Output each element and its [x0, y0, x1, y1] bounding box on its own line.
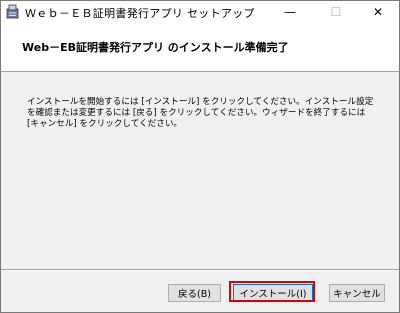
- installer-app-icon: [6, 4, 19, 19]
- close-icon: ✕: [372, 5, 384, 19]
- instruction-text: インストールを開始するには [インストール] をクリックしてください。インストー…: [27, 97, 374, 129]
- back-button[interactable]: 戻る(B): [168, 284, 221, 302]
- wizard-header: Web－EB証明書発行アプリ のインストール準備完了: [1, 23, 399, 72]
- footer-divider: [1, 269, 399, 271]
- minimize-icon: —: [284, 5, 296, 19]
- setup-window: Ｗｅｂ－ＥＢ証明書発行アプリ セットアップ — ☐ ✕ Web－EB証明書発行ア…: [0, 0, 400, 313]
- close-button[interactable]: ✕: [357, 1, 399, 23]
- window-title: Ｗｅｂ－ＥＢ証明書発行アプリ セットアップ: [25, 7, 255, 20]
- maximize-icon: ☐: [330, 5, 342, 19]
- maximize-button[interactable]: ☐: [315, 1, 357, 23]
- page-title: Web－EB証明書発行アプリ のインストール準備完了: [22, 41, 289, 54]
- minimize-button[interactable]: —: [269, 1, 311, 23]
- cancel-button[interactable]: キャンセル: [329, 284, 385, 302]
- install-button[interactable]: インストール(I): [233, 284, 313, 302]
- title-bar[interactable]: Ｗｅｂ－ＥＢ証明書発行アプリ セットアップ — ☐ ✕: [1, 1, 399, 23]
